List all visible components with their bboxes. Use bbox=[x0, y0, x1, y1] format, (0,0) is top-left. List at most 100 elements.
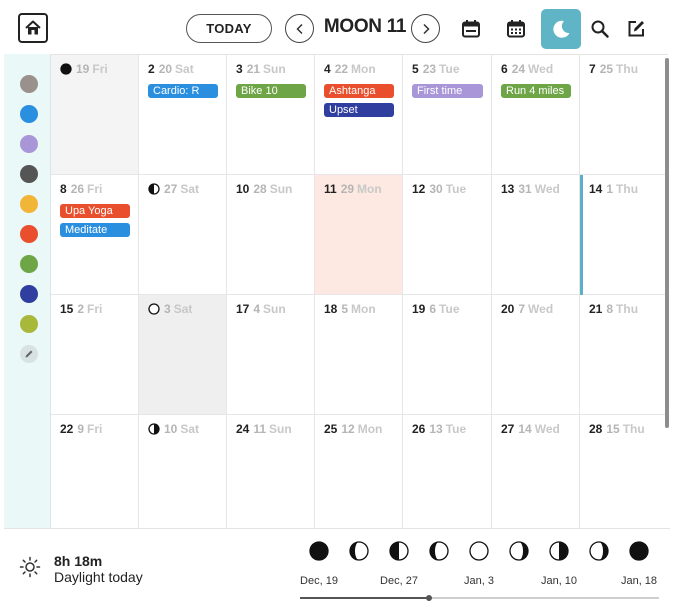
day-cell[interactable]: 26 13 Tue bbox=[403, 415, 492, 529]
moon-view-button[interactable] bbox=[541, 9, 581, 49]
search-icon bbox=[591, 20, 609, 38]
day-cell[interactable]: 13 31 Wed bbox=[492, 175, 580, 295]
color-swatch[interactable] bbox=[20, 285, 38, 303]
event-chip[interactable]: Bike 10 bbox=[236, 84, 306, 98]
day-cell[interactable]: 17 4 Sun bbox=[227, 295, 315, 415]
day-date: 3 Sat bbox=[148, 302, 192, 316]
day-cell[interactable]: 10 28 Sun bbox=[227, 175, 315, 295]
event-chip[interactable]: Cardio: R bbox=[148, 84, 218, 98]
first-quarter-moon-icon[interactable] bbox=[389, 541, 409, 561]
moon-day: 12 bbox=[341, 422, 355, 436]
waning-crescent-moon-icon[interactable] bbox=[589, 541, 609, 561]
waxing-crescent-moon-icon[interactable] bbox=[349, 541, 369, 561]
waning-gibbous-moon-icon[interactable] bbox=[509, 541, 529, 561]
edit-button[interactable] bbox=[621, 14, 651, 44]
color-swatch[interactable] bbox=[20, 165, 38, 183]
color-swatch[interactable] bbox=[20, 105, 38, 123]
next-button[interactable] bbox=[411, 14, 440, 43]
moon-day: 3 bbox=[164, 302, 171, 316]
day-cell[interactable]: 20 7 Wed bbox=[492, 295, 580, 415]
day-cell[interactable]: 12 30 Tue bbox=[403, 175, 492, 295]
day-cell[interactable]: 3 Sat bbox=[139, 295, 227, 415]
gregorian-day: 2 bbox=[148, 62, 155, 76]
color-swatch[interactable] bbox=[20, 315, 38, 333]
day-cell[interactable]: 3 21 Sun Bike 10 bbox=[227, 55, 315, 175]
day-cell[interactable]: 27 14 Wed bbox=[492, 415, 580, 529]
day-cell[interactable]: 15 2 Fri bbox=[51, 295, 139, 415]
day-date: 19 6 Tue bbox=[412, 302, 460, 316]
moon-day: 20 bbox=[158, 62, 173, 76]
day-cell[interactable]: 22 9 Fri bbox=[51, 415, 139, 529]
weekday: Sun bbox=[269, 422, 292, 436]
event-chip[interactable]: Run 4 miles bbox=[501, 84, 571, 98]
moon-day: 5 bbox=[341, 302, 349, 316]
last-quarter-moon-icon[interactable] bbox=[549, 541, 569, 561]
month-view-button[interactable] bbox=[501, 14, 531, 44]
waxing-gibbous-moon-icon[interactable] bbox=[429, 541, 449, 561]
day-cell[interactable]: 4 22 Mon Ashtanga Upset bbox=[315, 55, 403, 175]
weekday: Thu bbox=[616, 302, 639, 316]
day-cell[interactable]: 28 15 Thu bbox=[580, 415, 668, 529]
full-moon-icon[interactable] bbox=[469, 541, 489, 561]
timeline-thumb[interactable] bbox=[426, 595, 433, 601]
day-date: 25 12 Mon bbox=[324, 422, 382, 436]
today-button[interactable]: TODAY bbox=[186, 14, 272, 43]
color-swatch[interactable] bbox=[20, 135, 38, 153]
day-cell[interactable]: 19 Fri bbox=[51, 55, 139, 175]
edit-colors-button[interactable] bbox=[20, 345, 38, 363]
color-swatch[interactable] bbox=[20, 195, 38, 213]
moon-day: 9 bbox=[77, 422, 85, 436]
day-date: 14 1 Thu bbox=[589, 182, 638, 196]
moon-day: 10 bbox=[164, 422, 178, 436]
gregorian-day: 14 bbox=[589, 182, 603, 196]
top-bar: TODAY MOON 11 bbox=[4, 4, 670, 54]
weekday: Sat bbox=[180, 422, 200, 436]
timeline-slider[interactable] bbox=[300, 595, 659, 601]
moon-day: 29 bbox=[340, 182, 355, 196]
day-cell[interactable]: 25 12 Mon bbox=[315, 415, 403, 529]
day-cell[interactable]: 7 25 Thu bbox=[580, 55, 668, 175]
new-moon-icon[interactable] bbox=[309, 541, 329, 561]
day-cell[interactable]: 8 26 Fri Upa Yoga Meditate bbox=[51, 175, 139, 295]
search-button[interactable] bbox=[585, 14, 615, 44]
home-button[interactable] bbox=[18, 13, 48, 43]
weekday: Mon bbox=[357, 182, 382, 196]
color-swatch[interactable] bbox=[20, 255, 38, 273]
day-cell[interactable]: 19 6 Tue bbox=[403, 295, 492, 415]
day-cell[interactable]: 2 20 Sat Cardio: R bbox=[139, 55, 227, 175]
moon-day: 27 bbox=[164, 182, 178, 196]
weekday: Wed bbox=[528, 302, 554, 316]
day-cell[interactable]: 10 Sat bbox=[139, 415, 227, 529]
event-chip[interactable]: Meditate bbox=[60, 223, 130, 237]
event-chip[interactable]: Upa Yoga bbox=[60, 204, 130, 218]
gregorian-day: 5 bbox=[412, 62, 419, 76]
prev-button[interactable] bbox=[285, 14, 314, 43]
color-swatch[interactable] bbox=[20, 225, 38, 243]
moon-calendar-app: TODAY MOON 11 19 Fri 2 20 Sat Cardio: R … bbox=[4, 4, 670, 605]
day-cell[interactable]: 24 11 Sun bbox=[227, 415, 315, 529]
event-chip[interactable]: First time bbox=[412, 84, 483, 98]
moon-day: 23 bbox=[422, 62, 437, 76]
color-sidebar bbox=[4, 54, 51, 528]
new-moon-icon[interactable] bbox=[629, 541, 649, 561]
day-date: 22 9 Fri bbox=[60, 422, 102, 436]
week-view-button[interactable] bbox=[456, 14, 486, 44]
event-chip[interactable]: Ashtanga bbox=[324, 84, 394, 98]
day-cell[interactable]: 6 24 Wed Run 4 miles bbox=[492, 55, 580, 175]
color-swatch[interactable] bbox=[20, 75, 38, 93]
day-cell[interactable]: 14 1 Thu bbox=[580, 175, 668, 295]
day-date: 17 4 Sun bbox=[236, 302, 286, 316]
moon-day: 8 bbox=[606, 302, 614, 316]
day-date: 5 23 Tue bbox=[412, 62, 460, 76]
phase-date-label: Jan, 10 bbox=[540, 575, 578, 587]
event-chip[interactable]: Upset bbox=[324, 103, 394, 117]
day-cell[interactable]: 5 23 Tue First time bbox=[403, 55, 492, 175]
scrollbar[interactable] bbox=[665, 58, 669, 428]
day-cell[interactable]: 27 Sat bbox=[139, 175, 227, 295]
daylight-value: 8h 18m bbox=[54, 553, 103, 569]
gregorian-day: 8 bbox=[60, 182, 67, 196]
day-cell[interactable]: 21 8 Thu bbox=[580, 295, 668, 415]
day-cell[interactable]: 18 5 Mon bbox=[315, 295, 403, 415]
day-cell[interactable]: 11 29 Mon bbox=[315, 175, 403, 295]
gregorian-day: 26 bbox=[412, 422, 426, 436]
